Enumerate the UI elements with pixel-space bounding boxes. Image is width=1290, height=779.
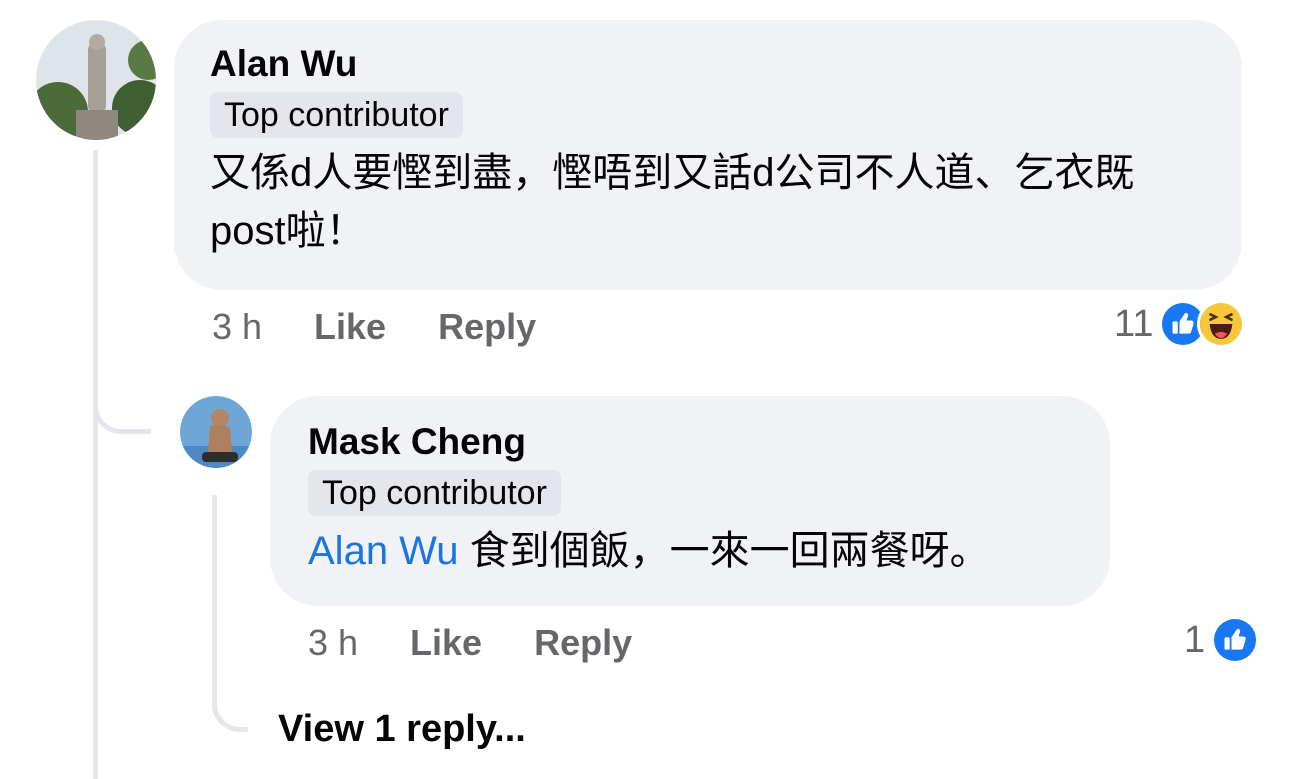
like-icon: [1211, 616, 1260, 664]
reply-author[interactable]: Mask Cheng: [308, 420, 1074, 464]
reply-text: 食到個飯，一來一回兩餐呀。: [458, 529, 990, 573]
reply-bubble: Mask Cheng Top contributor Alan Wu 食到個飯，…: [270, 396, 1110, 606]
avatar-mask-cheng[interactable]: [180, 396, 252, 468]
reply-time[interactable]: 3 h: [308, 622, 358, 664]
top-contributor-badge: Top contributor: [210, 92, 463, 138]
reply-reactions[interactable]: 1: [1184, 616, 1260, 664]
comment-time[interactable]: 3 h: [212, 306, 262, 348]
avatar-alan-wu[interactable]: [36, 20, 156, 140]
thread-elbow-reply: [93, 376, 151, 434]
comment-text: 又係d人要慳到盡，慳唔到又話d公司不人道、乞衣既post啦！: [210, 151, 1135, 253]
reply-button[interactable]: Reply: [534, 622, 632, 664]
mention-link[interactable]: Alan Wu: [308, 529, 458, 573]
view-replies-link[interactable]: View 1 reply...: [278, 708, 526, 751]
comment-actions: 3 h Like Reply: [212, 306, 536, 348]
thread-line-reply: [212, 495, 217, 695]
reply-text-line: Alan Wu 食到個飯，一來一回兩餐呀。: [308, 522, 1074, 580]
comment-author[interactable]: Alan Wu: [210, 42, 1204, 86]
thread-elbow-view-replies: [212, 680, 248, 732]
comment-reactions[interactable]: 11: [1114, 300, 1246, 348]
comment-bubble: Alan Wu Top contributor 又係d人要慳到盡，慳唔到又話d公…: [174, 20, 1242, 290]
like-button[interactable]: Like: [410, 622, 482, 664]
reply-button[interactable]: Reply: [438, 306, 536, 348]
like-button[interactable]: Like: [314, 306, 386, 348]
haha-icon: [1197, 300, 1246, 348]
reaction-count: 1: [1184, 618, 1206, 661]
reply-actions: 3 h Like Reply: [308, 622, 632, 664]
reaction-count: 11: [1114, 302, 1154, 345]
top-contributor-badge: Top contributor: [308, 470, 561, 516]
thread-line-main: [93, 150, 98, 779]
